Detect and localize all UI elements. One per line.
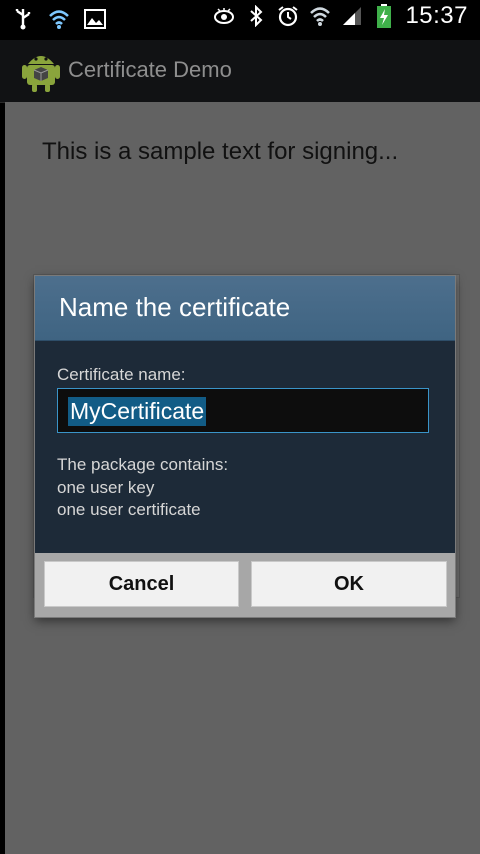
cancel-button[interactable]: Cancel bbox=[44, 561, 239, 607]
certificate-name-value[interactable]: MyCertificate bbox=[68, 397, 207, 426]
status-bar-left bbox=[12, 6, 106, 32]
ok-button[interactable]: OK bbox=[251, 561, 447, 607]
usb-icon bbox=[12, 6, 34, 32]
wifi-signal-icon bbox=[309, 3, 331, 29]
battery-charging-icon bbox=[373, 3, 395, 29]
package-item: one user key bbox=[57, 478, 155, 497]
dialog-body: Certificate name: MyCertificate The pack… bbox=[35, 341, 455, 553]
sample-text: This is a sample text for signing... bbox=[42, 138, 399, 165]
alarm-icon bbox=[277, 3, 299, 29]
dialog-header: Name the certificate bbox=[35, 276, 455, 341]
wifi-icon bbox=[48, 6, 70, 32]
status-bar: 15:37 bbox=[0, 0, 480, 40]
app-title: Certificate Demo bbox=[68, 57, 232, 82]
screen: 15:37 Certificate Demo This is a sample … bbox=[0, 0, 480, 854]
cell-signal-icon bbox=[341, 3, 363, 29]
android-icon[interactable] bbox=[22, 50, 60, 92]
eye-icon bbox=[213, 3, 235, 29]
action-bar: Certificate Demo bbox=[0, 40, 480, 103]
certificate-name-input[interactable]: MyCertificate bbox=[57, 388, 429, 433]
certificate-name-label: Certificate name: bbox=[57, 365, 186, 384]
status-time: 15:37 bbox=[405, 2, 468, 29]
bluetooth-icon bbox=[245, 3, 267, 29]
package-intro: The package contains: bbox=[57, 455, 229, 474]
name-certificate-dialog: Name the certificate Certificate name: M… bbox=[35, 276, 455, 617]
status-bar-right: 15:37 bbox=[213, 2, 468, 30]
package-item: one user certificate bbox=[57, 500, 201, 519]
image-icon bbox=[84, 6, 106, 32]
dialog-title: Name the certificate bbox=[59, 292, 291, 322]
dialog-button-bar: Cancel OK bbox=[35, 553, 455, 617]
